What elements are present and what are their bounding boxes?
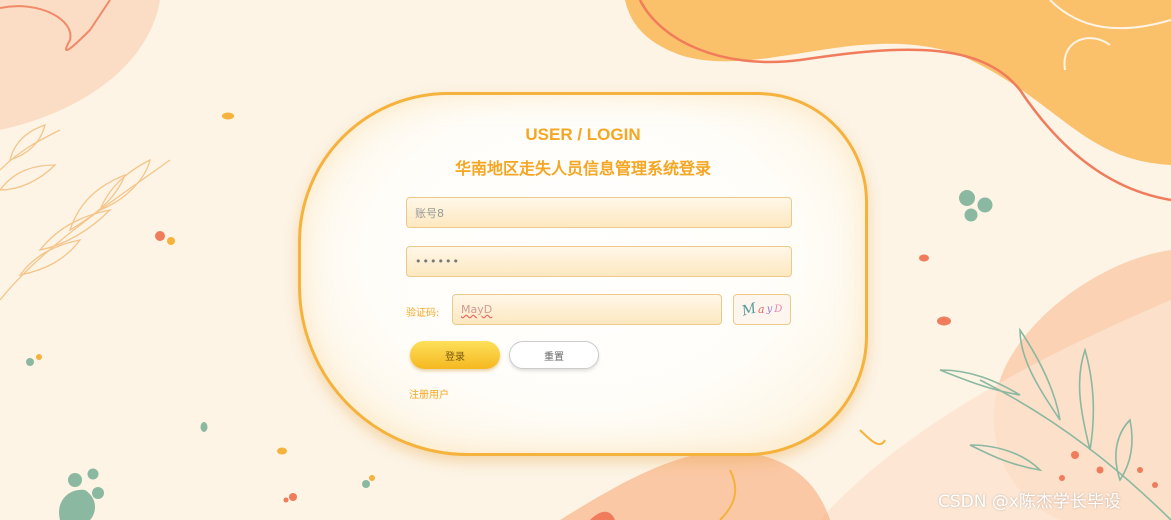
register-link[interactable]: 注册用户 <box>409 386 449 401</box>
captcha-label: 验证码: <box>406 308 440 319</box>
watermark: CSDN @x陈杰学长毕设 <box>938 492 1121 512</box>
captcha-input-value: MayD <box>461 303 493 316</box>
login-card: USER / LOGIN 华南地区走失人员信息管理系统登录 账号8 ••••••… <box>298 92 868 456</box>
password-input[interactable]: •••••• <box>406 246 792 277</box>
captcha-char: y <box>766 304 773 315</box>
captcha-image[interactable]: M a y D <box>733 294 791 325</box>
login-button[interactable]: 登录 <box>410 341 500 369</box>
title-english: USER / LOGIN <box>525 125 641 144</box>
reset-button[interactable]: 重置 <box>509 341 599 369</box>
captcha-input[interactable]: MayD <box>452 294 722 325</box>
captcha-char: M <box>739 299 758 320</box>
captcha-char: a <box>758 303 765 316</box>
account-placeholder: 账号8 <box>415 206 444 220</box>
title-chinese: 华南地区走失人员信息管理系统登录 <box>454 159 711 178</box>
captcha-char: D <box>774 304 783 315</box>
password-value: •••••• <box>415 255 460 268</box>
account-input[interactable]: 账号8 <box>406 197 792 228</box>
